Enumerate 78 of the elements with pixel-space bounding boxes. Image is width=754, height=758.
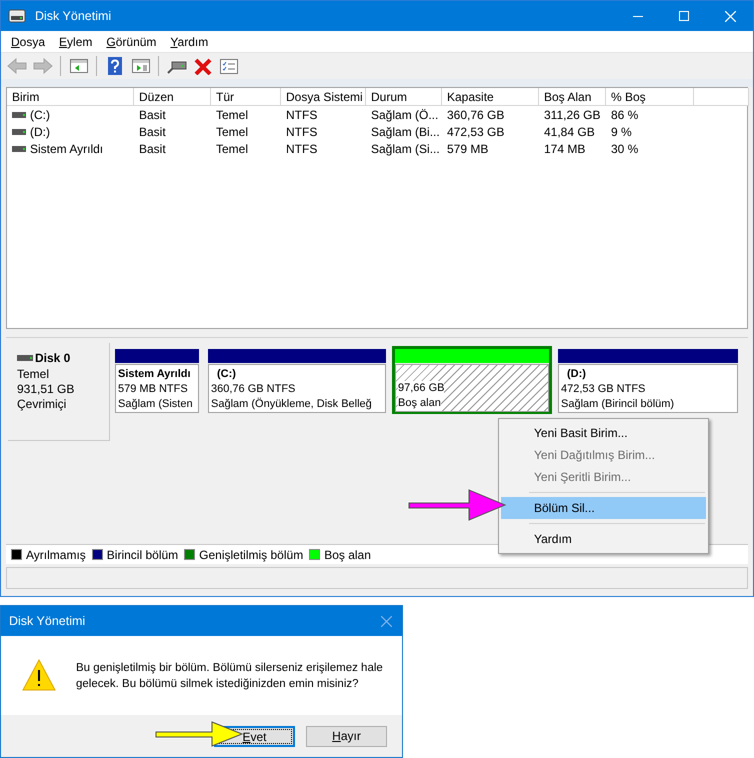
- column-header[interactable]: Boş Alan: [539, 88, 606, 106]
- legend-label: Ayrılmamış: [26, 546, 86, 564]
- console-tree-icon: [68, 57, 88, 75]
- table-cell-text: 360,76 GB: [447, 106, 504, 124]
- table-cell-text: Temel: [216, 124, 248, 140]
- dialog-message: Bu genişletilmiş bir bölüm. Bölümü silerseniz erişilemez hale gelecek. Bu bölümü silmek istediğinizden emin misiniz?: [76, 661, 384, 692]
- table-cell-text: NTFS: [286, 106, 318, 124]
- table-cell-text: 9 %: [611, 124, 632, 140]
- table-cell-text: 472,53 GB: [447, 124, 504, 140]
- partition-status: Sağlam (Birincil bölüm): [561, 397, 674, 412]
- column-header[interactable]: Dosya Sistemi: [281, 88, 366, 106]
- menu-item[interactable]: Yeni Basit Birim...: [501, 422, 706, 444]
- column-header[interactable]: Düzen: [134, 88, 211, 106]
- dialog-title: Disk Yönetimi: [9, 612, 86, 630]
- column-header[interactable]: Kapasite: [442, 88, 539, 106]
- column-header[interactable]: Tür: [211, 88, 281, 106]
- table-cell-text: NTFS: [286, 140, 318, 158]
- maximize-icon: [679, 11, 689, 21]
- partition-title: (D:): [566, 367, 587, 382]
- legend-label: Birincil bölüm: [106, 546, 178, 564]
- table-cell-text: 41,84 GB: [544, 124, 595, 140]
- delete-icon: [192, 57, 212, 75]
- partition-status: Sağlam (Sisten: [118, 397, 193, 412]
- disk-status: Çevrimiçi: [17, 397, 68, 412]
- table-cell-text: (D:): [30, 124, 50, 140]
- table-cell-text: 579 MB: [447, 140, 488, 158]
- table-cell-text: Basit: [139, 106, 166, 124]
- menu-item[interactable]: Bölüm Sil...: [501, 497, 706, 519]
- forward-arrow-icon: [32, 57, 52, 75]
- back-arrow-icon: [6, 57, 26, 75]
- table-cell-text: Sistem Ayrıldı: [30, 140, 104, 158]
- legend-label: Boş alan: [324, 546, 371, 564]
- partition-title: (C:): [216, 367, 237, 382]
- menu-item[interactable]: Görünüm: [100, 32, 162, 50]
- partition-size: 360,76 GB NTFS: [211, 382, 296, 397]
- warning-icon: [22, 659, 56, 691]
- properties-icon: [218, 57, 238, 75]
- drive-icon: [12, 110, 26, 118]
- close-icon: [380, 616, 392, 626]
- menu-item[interactable]: Eylem: [53, 32, 98, 50]
- window-title: Disk Yönetimi: [35, 8, 112, 25]
- table-cell-text: NTFS: [286, 124, 318, 140]
- table-cell-text: 174 MB: [544, 140, 586, 158]
- table-cell-text: Sağlam (Bi...: [371, 124, 440, 140]
- table-cell-text: Sağlam (Si...: [371, 140, 440, 158]
- drive-icon: [12, 144, 26, 152]
- drive-icon: [12, 128, 26, 136]
- disk-type: Temel: [17, 367, 50, 382]
- column-header[interactable]: % Boş: [606, 88, 694, 106]
- action-pane-icon: [130, 57, 150, 75]
- column-header[interactable]: Birim: [7, 88, 134, 106]
- menu-item[interactable]: Dosya: [5, 32, 52, 50]
- menu-item[interactable]: Yardım: [501, 528, 706, 550]
- partition-status: Sağlam (Önyükleme, Disk Belleğ: [211, 397, 372, 412]
- legend-label: Genişletilmiş bölüm: [199, 546, 304, 564]
- table-cell-text: Temel: [216, 106, 248, 124]
- table-cell-text: (C:): [30, 106, 50, 124]
- disk-label-panel[interactable]: Disk 0 Temel 931,51 GB Çevrimiçi: [8, 343, 110, 441]
- menu-item[interactable]: Yardım: [164, 32, 214, 50]
- partition-size: 472,53 GB NTFS: [561, 382, 646, 397]
- table-cell-text: Basit: [139, 124, 166, 140]
- partition-status: Boş alan: [398, 396, 441, 411]
- table-cell-text: 30 %: [611, 140, 638, 158]
- table-cell-text: Temel: [216, 140, 248, 158]
- dialog-button[interactable]: Hayır: [306, 726, 387, 746]
- table-cell-text: 311,26 GB: [544, 106, 600, 124]
- table-cell-text: Basit: [139, 140, 166, 158]
- table-cell-text: Sağlam (Ö...: [371, 106, 438, 124]
- partition-size: 579 MB NTFS: [118, 382, 188, 397]
- drive-icon: [17, 354, 33, 362]
- close-icon: [724, 10, 736, 22]
- disk-size: 931,51 GB: [17, 382, 76, 397]
- partition-block[interactable]: 97,66 GB Boş alan: [392, 346, 552, 414]
- partition-title: Sistem Ayrıldı: [118, 367, 192, 382]
- column-header[interactable]: Durum: [366, 88, 442, 106]
- partition-size: 97,66 GB: [398, 381, 444, 396]
- table-cell-text: 86 %: [611, 106, 638, 124]
- disk-name: Disk 0: [35, 350, 70, 367]
